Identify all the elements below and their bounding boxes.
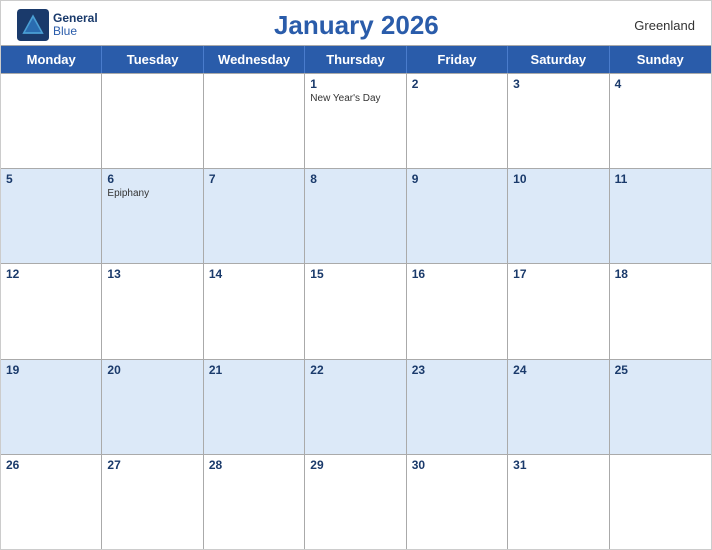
day-cell: 19 [1, 360, 102, 454]
day-cell: 2 [407, 74, 508, 168]
day-number: 15 [310, 267, 400, 281]
day-cell: 24 [508, 360, 609, 454]
day-number: 21 [209, 363, 299, 377]
day-cell: 15 [305, 264, 406, 358]
week-row-1: 1 New Year's Day 234 [1, 73, 711, 168]
day-number: 9 [412, 172, 502, 186]
day-number: 13 [107, 267, 197, 281]
day-cell: 4 [610, 74, 711, 168]
day-cell: 8 [305, 169, 406, 263]
weeks-container: 1New Year's Day23456Epiphany789101112131… [1, 73, 711, 549]
header-sunday: Sunday [610, 46, 711, 73]
day-cell: 18 [610, 264, 711, 358]
day-number: 22 [310, 363, 400, 377]
top-bar: General Blue January 2026 Greenland [1, 1, 711, 45]
week-row-4: 19 20 21 22 23 24 25 [1, 359, 711, 454]
day-cell: 13 [102, 264, 203, 358]
day-cell: 22 [305, 360, 406, 454]
header-saturday: Saturday [508, 46, 609, 73]
holiday-label: New Year's Day [310, 93, 400, 105]
day-number: 24 [513, 363, 603, 377]
day-cell: 23 [407, 360, 508, 454]
day-cell: 11 [610, 169, 711, 263]
day-number: 30 [412, 458, 502, 472]
header-monday: Monday [1, 46, 102, 73]
day-number: 29 [310, 458, 400, 472]
day-cell: 29 [305, 455, 406, 549]
day-number: 20 [107, 363, 197, 377]
day-number: 18 [615, 267, 706, 281]
day-number: 5 [6, 172, 96, 186]
logo-area: General Blue [17, 9, 98, 41]
day-cell: 14 [204, 264, 305, 358]
day-cell [1, 74, 102, 168]
day-number: 11 [615, 172, 706, 186]
holiday-label: Epiphany [107, 188, 197, 200]
day-number: 28 [209, 458, 299, 472]
day-number: 10 [513, 172, 603, 186]
day-number: 17 [513, 267, 603, 281]
week-row-3: 12 13 14 15 16 17 18 [1, 263, 711, 358]
day-cell: 30 [407, 455, 508, 549]
day-cell: 5 [1, 169, 102, 263]
day-cell: 7 [204, 169, 305, 263]
day-number: 31 [513, 458, 603, 472]
day-cell: 26 [1, 455, 102, 549]
day-number: 12 [6, 267, 96, 281]
day-cell: 17 [508, 264, 609, 358]
week-row-2: 56 Epiphany 789 10 11 [1, 168, 711, 263]
day-number: 25 [615, 363, 706, 377]
header-wednesday: Wednesday [204, 46, 305, 73]
logo-text: General Blue [53, 12, 98, 38]
header-thursday: Thursday [305, 46, 406, 73]
day-number: 23 [412, 363, 502, 377]
day-number: 3 [513, 77, 603, 91]
day-number: 26 [6, 458, 96, 472]
day-cell: 20 [102, 360, 203, 454]
day-number: 14 [209, 267, 299, 281]
day-number: 8 [310, 172, 400, 186]
calendar-container: General Blue January 2026 Greenland Mond… [0, 0, 712, 550]
day-cell: 6 Epiphany [102, 169, 203, 263]
generalblue-logo-icon [17, 9, 49, 41]
day-number: 19 [6, 363, 96, 377]
day-number: 4 [615, 77, 706, 91]
header-tuesday: Tuesday [102, 46, 203, 73]
day-cell: 1 New Year's Day [305, 74, 406, 168]
month-title: January 2026 [98, 10, 615, 41]
day-cell: 3 [508, 74, 609, 168]
day-cell: 31 [508, 455, 609, 549]
week-row-5: 26 27 28 29 30 31 [1, 454, 711, 549]
day-cell: 9 [407, 169, 508, 263]
day-number: 2 [412, 77, 502, 91]
day-cell: 27 [102, 455, 203, 549]
day-cell: 25 [610, 360, 711, 454]
day-cell: 12 [1, 264, 102, 358]
day-number: 1 [310, 77, 400, 91]
day-cell [204, 74, 305, 168]
day-cell [102, 74, 203, 168]
day-cell [610, 455, 711, 549]
day-number: 6 [107, 172, 197, 186]
day-cell: 16 [407, 264, 508, 358]
day-number: 7 [209, 172, 299, 186]
day-number: 27 [107, 458, 197, 472]
day-number: 16 [412, 267, 502, 281]
region-label: Greenland [615, 18, 695, 33]
day-cell: 21 [204, 360, 305, 454]
day-cell: 10 [508, 169, 609, 263]
day-headers-row: Monday Tuesday Wednesday Thursday Friday… [1, 46, 711, 73]
calendar-grid: Monday Tuesday Wednesday Thursday Friday… [1, 45, 711, 549]
header-friday: Friday [407, 46, 508, 73]
day-cell: 28 [204, 455, 305, 549]
